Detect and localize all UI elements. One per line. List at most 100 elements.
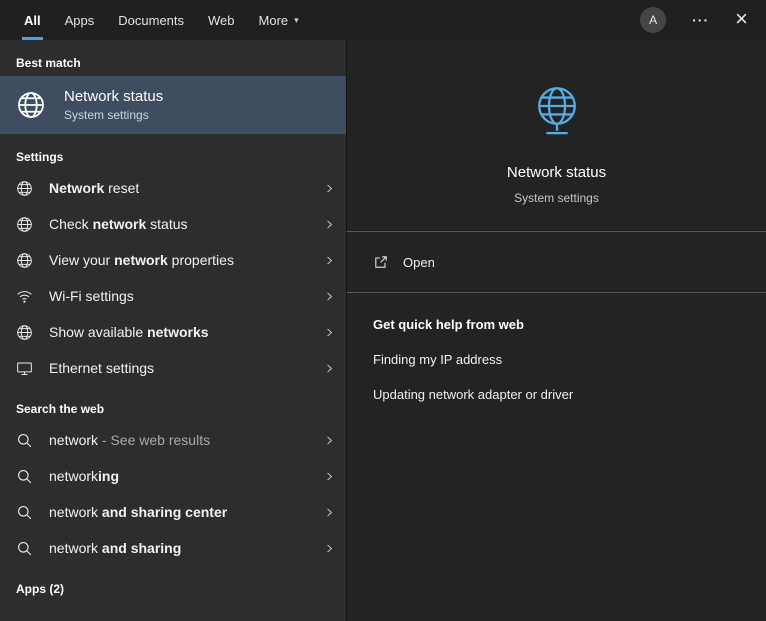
- settings-result-item[interactable]: Wi-Fi settings: [0, 278, 346, 314]
- section-header-best-match: Best match: [0, 40, 346, 76]
- search-icon: [16, 432, 33, 449]
- web-result-item[interactable]: network and sharing: [0, 530, 346, 566]
- settings-result-item[interactable]: Ethernet settings: [0, 350, 346, 386]
- settings-result-item[interactable]: Show available networks: [0, 314, 346, 350]
- result-label: Wi-Fi settings: [49, 288, 134, 304]
- chevron-right-icon[interactable]: [323, 506, 336, 519]
- chevron-right-icon[interactable]: [323, 182, 336, 195]
- result-label-segment: network: [49, 432, 98, 448]
- open-label: Open: [403, 255, 435, 270]
- globe-icon: [16, 252, 33, 269]
- best-match-title: Network status: [64, 88, 163, 105]
- preview-subtitle: System settings: [514, 191, 599, 205]
- section-header-web: Search the web: [0, 386, 346, 422]
- result-label: network and sharing: [49, 540, 181, 556]
- search-icon: [16, 468, 33, 485]
- settings-result-item[interactable]: View your network properties: [0, 242, 346, 278]
- result-label: Network reset: [49, 180, 139, 196]
- result-label: Show available networks: [49, 324, 209, 340]
- monitor-icon: [16, 360, 33, 377]
- chevron-right-icon[interactable]: [323, 290, 336, 303]
- open-icon: [373, 254, 389, 270]
- web-result-item[interactable]: network - See web results: [0, 422, 346, 458]
- result-label: networking: [49, 468, 119, 484]
- chevron-right-icon[interactable]: [323, 218, 336, 231]
- result-label-segment: network: [49, 504, 98, 520]
- settings-result-item[interactable]: Network reset: [0, 170, 346, 206]
- web-results-list: network - See web resultsnetworkingnetwo…: [0, 422, 346, 566]
- result-label-segment: - See web results: [98, 432, 210, 448]
- search-content: Best match Network status System setting…: [0, 40, 766, 621]
- result-label-segment: Check: [49, 216, 93, 232]
- result-label-segment: View your: [49, 252, 114, 268]
- best-match-subtitle: System settings: [64, 108, 163, 122]
- result-label-segment: and sharing: [98, 540, 181, 556]
- open-action[interactable]: Open: [347, 232, 766, 292]
- tab-label: Apps: [65, 13, 95, 28]
- web-result-item[interactable]: network and sharing center: [0, 494, 346, 530]
- help-title: Get quick help from web: [373, 317, 740, 332]
- settings-result-item[interactable]: Check network status: [0, 206, 346, 242]
- result-label-segment: Wi-Fi settings: [49, 288, 134, 304]
- chevron-right-icon[interactable]: [323, 542, 336, 555]
- section-header-settings: Settings: [0, 134, 346, 170]
- result-label: Check network status: [49, 216, 188, 232]
- result-label-segment: reset: [104, 180, 139, 196]
- globe-icon: [16, 180, 33, 197]
- account-avatar[interactable]: A: [640, 7, 666, 33]
- section-header-apps: Apps (2): [0, 566, 346, 602]
- tab-documents[interactable]: Documents: [116, 0, 186, 40]
- search-filter-bar: All Apps Documents Web More ▾ A ··· ×: [0, 0, 766, 40]
- help-link[interactable]: Finding my IP address: [373, 352, 740, 367]
- result-label-segment: network: [49, 468, 98, 484]
- close-icon[interactable]: ×: [735, 8, 748, 30]
- best-match-result[interactable]: Network status System settings: [0, 76, 346, 134]
- result-label-segment: and sharing center: [98, 504, 227, 520]
- tab-more[interactable]: More ▾: [257, 0, 301, 40]
- tab-label: Documents: [118, 13, 184, 28]
- chevron-right-icon[interactable]: [323, 254, 336, 267]
- chevron-right-icon[interactable]: [323, 470, 336, 483]
- filter-tabs: All Apps Documents Web More ▾: [12, 0, 311, 40]
- search-icon: [16, 540, 33, 557]
- result-label-segment: network: [93, 216, 147, 232]
- tab-label: More: [259, 13, 289, 28]
- best-match-text: Network status System settings: [64, 88, 163, 122]
- result-label-segment: Ethernet settings: [49, 360, 154, 376]
- chevron-right-icon[interactable]: [323, 434, 336, 447]
- settings-results-list: Network reset Check network status View yo…: [0, 170, 346, 386]
- web-help-section: Get quick help from web Finding my IP ad…: [347, 293, 766, 426]
- result-label: View your network properties: [49, 252, 234, 268]
- tab-web[interactable]: Web: [206, 0, 237, 40]
- tab-label: All: [24, 13, 41, 28]
- result-label-segment: Show available: [49, 324, 147, 340]
- globe-icon: [16, 216, 33, 233]
- more-options-icon[interactable]: ···: [692, 13, 709, 27]
- preview-hero: Network status System settings: [347, 40, 766, 231]
- topbar-actions: A ··· ×: [640, 0, 766, 40]
- results-panel: Best match Network status System setting…: [0, 40, 346, 621]
- result-label-segment: Network: [49, 180, 104, 196]
- globe-icon: [16, 324, 33, 341]
- tab-label: Web: [208, 13, 235, 28]
- help-links: Finding my IP address Updating network ad…: [373, 352, 740, 402]
- chevron-down-icon: ▾: [294, 16, 299, 25]
- result-label: Ethernet settings: [49, 360, 154, 376]
- preview-title: Network status: [507, 164, 606, 182]
- web-result-item[interactable]: networking: [0, 458, 346, 494]
- result-label-segment: networks: [147, 324, 208, 340]
- result-label: network - See web results: [49, 432, 210, 448]
- chevron-right-icon[interactable]: [323, 362, 336, 375]
- tab-all[interactable]: All: [22, 0, 43, 40]
- search-icon: [16, 504, 33, 521]
- result-label-segment: network: [49, 540, 98, 556]
- chevron-right-icon[interactable]: [323, 326, 336, 339]
- result-label-segment: ing: [98, 468, 119, 484]
- result-label-segment: network: [114, 252, 168, 268]
- search-window: All Apps Documents Web More ▾ A ··· × Best ma…: [0, 0, 766, 621]
- network-globe-icon: [525, 82, 589, 146]
- result-label-segment: properties: [168, 252, 234, 268]
- wifi-icon: [16, 288, 33, 305]
- help-link[interactable]: Updating network adapter or driver: [373, 387, 740, 402]
- tab-apps[interactable]: Apps: [63, 0, 97, 40]
